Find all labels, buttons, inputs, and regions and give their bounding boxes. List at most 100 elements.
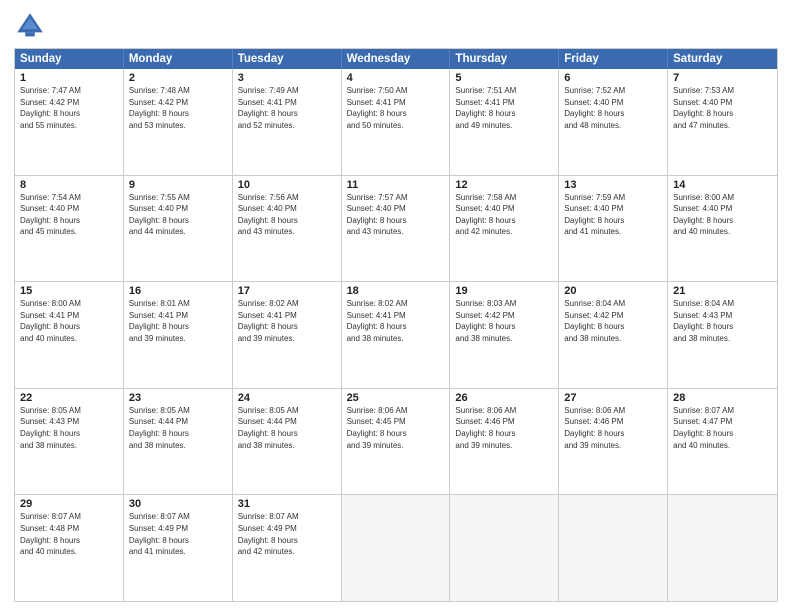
day-number: 30: [129, 498, 227, 510]
day-info: Sunrise: 7:54 AMSunset: 4:40 PMDaylight:…: [20, 192, 118, 238]
day-number: 24: [238, 392, 336, 404]
day-number: 19: [455, 285, 553, 297]
calendar-row-5: 29Sunrise: 8:07 AMSunset: 4:48 PMDayligh…: [15, 494, 777, 601]
day-cell-13: 13Sunrise: 7:59 AMSunset: 4:40 PMDayligh…: [559, 176, 668, 282]
header-day-monday: Monday: [124, 49, 233, 69]
day-number: 9: [129, 179, 227, 191]
day-info: Sunrise: 8:02 AMSunset: 4:41 PMDaylight:…: [347, 298, 445, 344]
day-info: Sunrise: 7:58 AMSunset: 4:40 PMDaylight:…: [455, 192, 553, 238]
day-info: Sunrise: 8:02 AMSunset: 4:41 PMDaylight:…: [238, 298, 336, 344]
day-info: Sunrise: 8:06 AMSunset: 4:46 PMDaylight:…: [455, 405, 553, 451]
day-cell-2: 2Sunrise: 7:48 AMSunset: 4:42 PMDaylight…: [124, 69, 233, 175]
header-day-sunday: Sunday: [15, 49, 124, 69]
empty-cell: [559, 495, 668, 601]
day-cell-26: 26Sunrise: 8:06 AMSunset: 4:46 PMDayligh…: [450, 389, 559, 495]
day-info: Sunrise: 7:55 AMSunset: 4:40 PMDaylight:…: [129, 192, 227, 238]
header-day-friday: Friday: [559, 49, 668, 69]
day-number: 12: [455, 179, 553, 191]
day-info: Sunrise: 7:52 AMSunset: 4:40 PMDaylight:…: [564, 85, 662, 131]
day-cell-8: 8Sunrise: 7:54 AMSunset: 4:40 PMDaylight…: [15, 176, 124, 282]
day-number: 11: [347, 179, 445, 191]
header-day-wednesday: Wednesday: [342, 49, 451, 69]
calendar-row-3: 15Sunrise: 8:00 AMSunset: 4:41 PMDayligh…: [15, 281, 777, 388]
day-cell-6: 6Sunrise: 7:52 AMSunset: 4:40 PMDaylight…: [559, 69, 668, 175]
day-info: Sunrise: 8:00 AMSunset: 4:40 PMDaylight:…: [673, 192, 772, 238]
day-number: 25: [347, 392, 445, 404]
day-number: 20: [564, 285, 662, 297]
day-cell-27: 27Sunrise: 8:06 AMSunset: 4:46 PMDayligh…: [559, 389, 668, 495]
day-cell-5: 5Sunrise: 7:51 AMSunset: 4:41 PMDaylight…: [450, 69, 559, 175]
day-info: Sunrise: 8:00 AMSunset: 4:41 PMDaylight:…: [20, 298, 118, 344]
header-day-saturday: Saturday: [668, 49, 777, 69]
day-number: 16: [129, 285, 227, 297]
day-cell-7: 7Sunrise: 7:53 AMSunset: 4:40 PMDaylight…: [668, 69, 777, 175]
day-number: 27: [564, 392, 662, 404]
day-cell-21: 21Sunrise: 8:04 AMSunset: 4:43 PMDayligh…: [668, 282, 777, 388]
day-number: 13: [564, 179, 662, 191]
page: SundayMondayTuesdayWednesdayThursdayFrid…: [0, 0, 792, 612]
day-info: Sunrise: 7:59 AMSunset: 4:40 PMDaylight:…: [564, 192, 662, 238]
day-number: 14: [673, 179, 772, 191]
day-number: 31: [238, 498, 336, 510]
day-cell-10: 10Sunrise: 7:56 AMSunset: 4:40 PMDayligh…: [233, 176, 342, 282]
calendar-row-2: 8Sunrise: 7:54 AMSunset: 4:40 PMDaylight…: [15, 175, 777, 282]
day-number: 22: [20, 392, 118, 404]
day-number: 7: [673, 72, 772, 84]
day-info: Sunrise: 8:05 AMSunset: 4:43 PMDaylight:…: [20, 405, 118, 451]
header: [14, 10, 778, 42]
empty-cell: [342, 495, 451, 601]
day-cell-16: 16Sunrise: 8:01 AMSunset: 4:41 PMDayligh…: [124, 282, 233, 388]
day-info: Sunrise: 7:49 AMSunset: 4:41 PMDaylight:…: [238, 85, 336, 131]
day-cell-31: 31Sunrise: 8:07 AMSunset: 4:49 PMDayligh…: [233, 495, 342, 601]
calendar-row-1: 1Sunrise: 7:47 AMSunset: 4:42 PMDaylight…: [15, 69, 777, 175]
calendar: SundayMondayTuesdayWednesdayThursdayFrid…: [14, 48, 778, 602]
day-number: 5: [455, 72, 553, 84]
day-info: Sunrise: 8:05 AMSunset: 4:44 PMDaylight:…: [238, 405, 336, 451]
day-info: Sunrise: 7:50 AMSunset: 4:41 PMDaylight:…: [347, 85, 445, 131]
calendar-body: 1Sunrise: 7:47 AMSunset: 4:42 PMDaylight…: [15, 69, 777, 601]
day-info: Sunrise: 8:04 AMSunset: 4:42 PMDaylight:…: [564, 298, 662, 344]
logo: [14, 10, 50, 42]
day-cell-4: 4Sunrise: 7:50 AMSunset: 4:41 PMDaylight…: [342, 69, 451, 175]
day-info: Sunrise: 8:07 AMSunset: 4:49 PMDaylight:…: [238, 511, 336, 557]
day-number: 28: [673, 392, 772, 404]
day-cell-29: 29Sunrise: 8:07 AMSunset: 4:48 PMDayligh…: [15, 495, 124, 601]
day-info: Sunrise: 8:03 AMSunset: 4:42 PMDaylight:…: [455, 298, 553, 344]
day-cell-17: 17Sunrise: 8:02 AMSunset: 4:41 PMDayligh…: [233, 282, 342, 388]
day-number: 6: [564, 72, 662, 84]
day-info: Sunrise: 8:05 AMSunset: 4:44 PMDaylight:…: [129, 405, 227, 451]
day-number: 26: [455, 392, 553, 404]
logo-icon: [14, 10, 46, 42]
day-number: 2: [129, 72, 227, 84]
calendar-header: SundayMondayTuesdayWednesdayThursdayFrid…: [15, 49, 777, 69]
day-cell-28: 28Sunrise: 8:07 AMSunset: 4:47 PMDayligh…: [668, 389, 777, 495]
day-info: Sunrise: 7:56 AMSunset: 4:40 PMDaylight:…: [238, 192, 336, 238]
day-number: 17: [238, 285, 336, 297]
day-info: Sunrise: 8:07 AMSunset: 4:49 PMDaylight:…: [129, 511, 227, 557]
calendar-row-4: 22Sunrise: 8:05 AMSunset: 4:43 PMDayligh…: [15, 388, 777, 495]
day-cell-25: 25Sunrise: 8:06 AMSunset: 4:45 PMDayligh…: [342, 389, 451, 495]
day-number: 4: [347, 72, 445, 84]
day-cell-18: 18Sunrise: 8:02 AMSunset: 4:41 PMDayligh…: [342, 282, 451, 388]
day-cell-14: 14Sunrise: 8:00 AMSunset: 4:40 PMDayligh…: [668, 176, 777, 282]
day-cell-12: 12Sunrise: 7:58 AMSunset: 4:40 PMDayligh…: [450, 176, 559, 282]
day-cell-20: 20Sunrise: 8:04 AMSunset: 4:42 PMDayligh…: [559, 282, 668, 388]
day-cell-30: 30Sunrise: 8:07 AMSunset: 4:49 PMDayligh…: [124, 495, 233, 601]
day-info: Sunrise: 7:47 AMSunset: 4:42 PMDaylight:…: [20, 85, 118, 131]
day-info: Sunrise: 7:51 AMSunset: 4:41 PMDaylight:…: [455, 85, 553, 131]
day-number: 21: [673, 285, 772, 297]
day-info: Sunrise: 8:06 AMSunset: 4:45 PMDaylight:…: [347, 405, 445, 451]
day-number: 10: [238, 179, 336, 191]
header-day-thursday: Thursday: [450, 49, 559, 69]
day-cell-22: 22Sunrise: 8:05 AMSunset: 4:43 PMDayligh…: [15, 389, 124, 495]
day-info: Sunrise: 7:57 AMSunset: 4:40 PMDaylight:…: [347, 192, 445, 238]
day-cell-15: 15Sunrise: 8:00 AMSunset: 4:41 PMDayligh…: [15, 282, 124, 388]
day-cell-11: 11Sunrise: 7:57 AMSunset: 4:40 PMDayligh…: [342, 176, 451, 282]
day-number: 23: [129, 392, 227, 404]
day-number: 1: [20, 72, 118, 84]
day-number: 15: [20, 285, 118, 297]
day-number: 18: [347, 285, 445, 297]
day-cell-9: 9Sunrise: 7:55 AMSunset: 4:40 PMDaylight…: [124, 176, 233, 282]
day-info: Sunrise: 7:48 AMSunset: 4:42 PMDaylight:…: [129, 85, 227, 131]
day-number: 3: [238, 72, 336, 84]
